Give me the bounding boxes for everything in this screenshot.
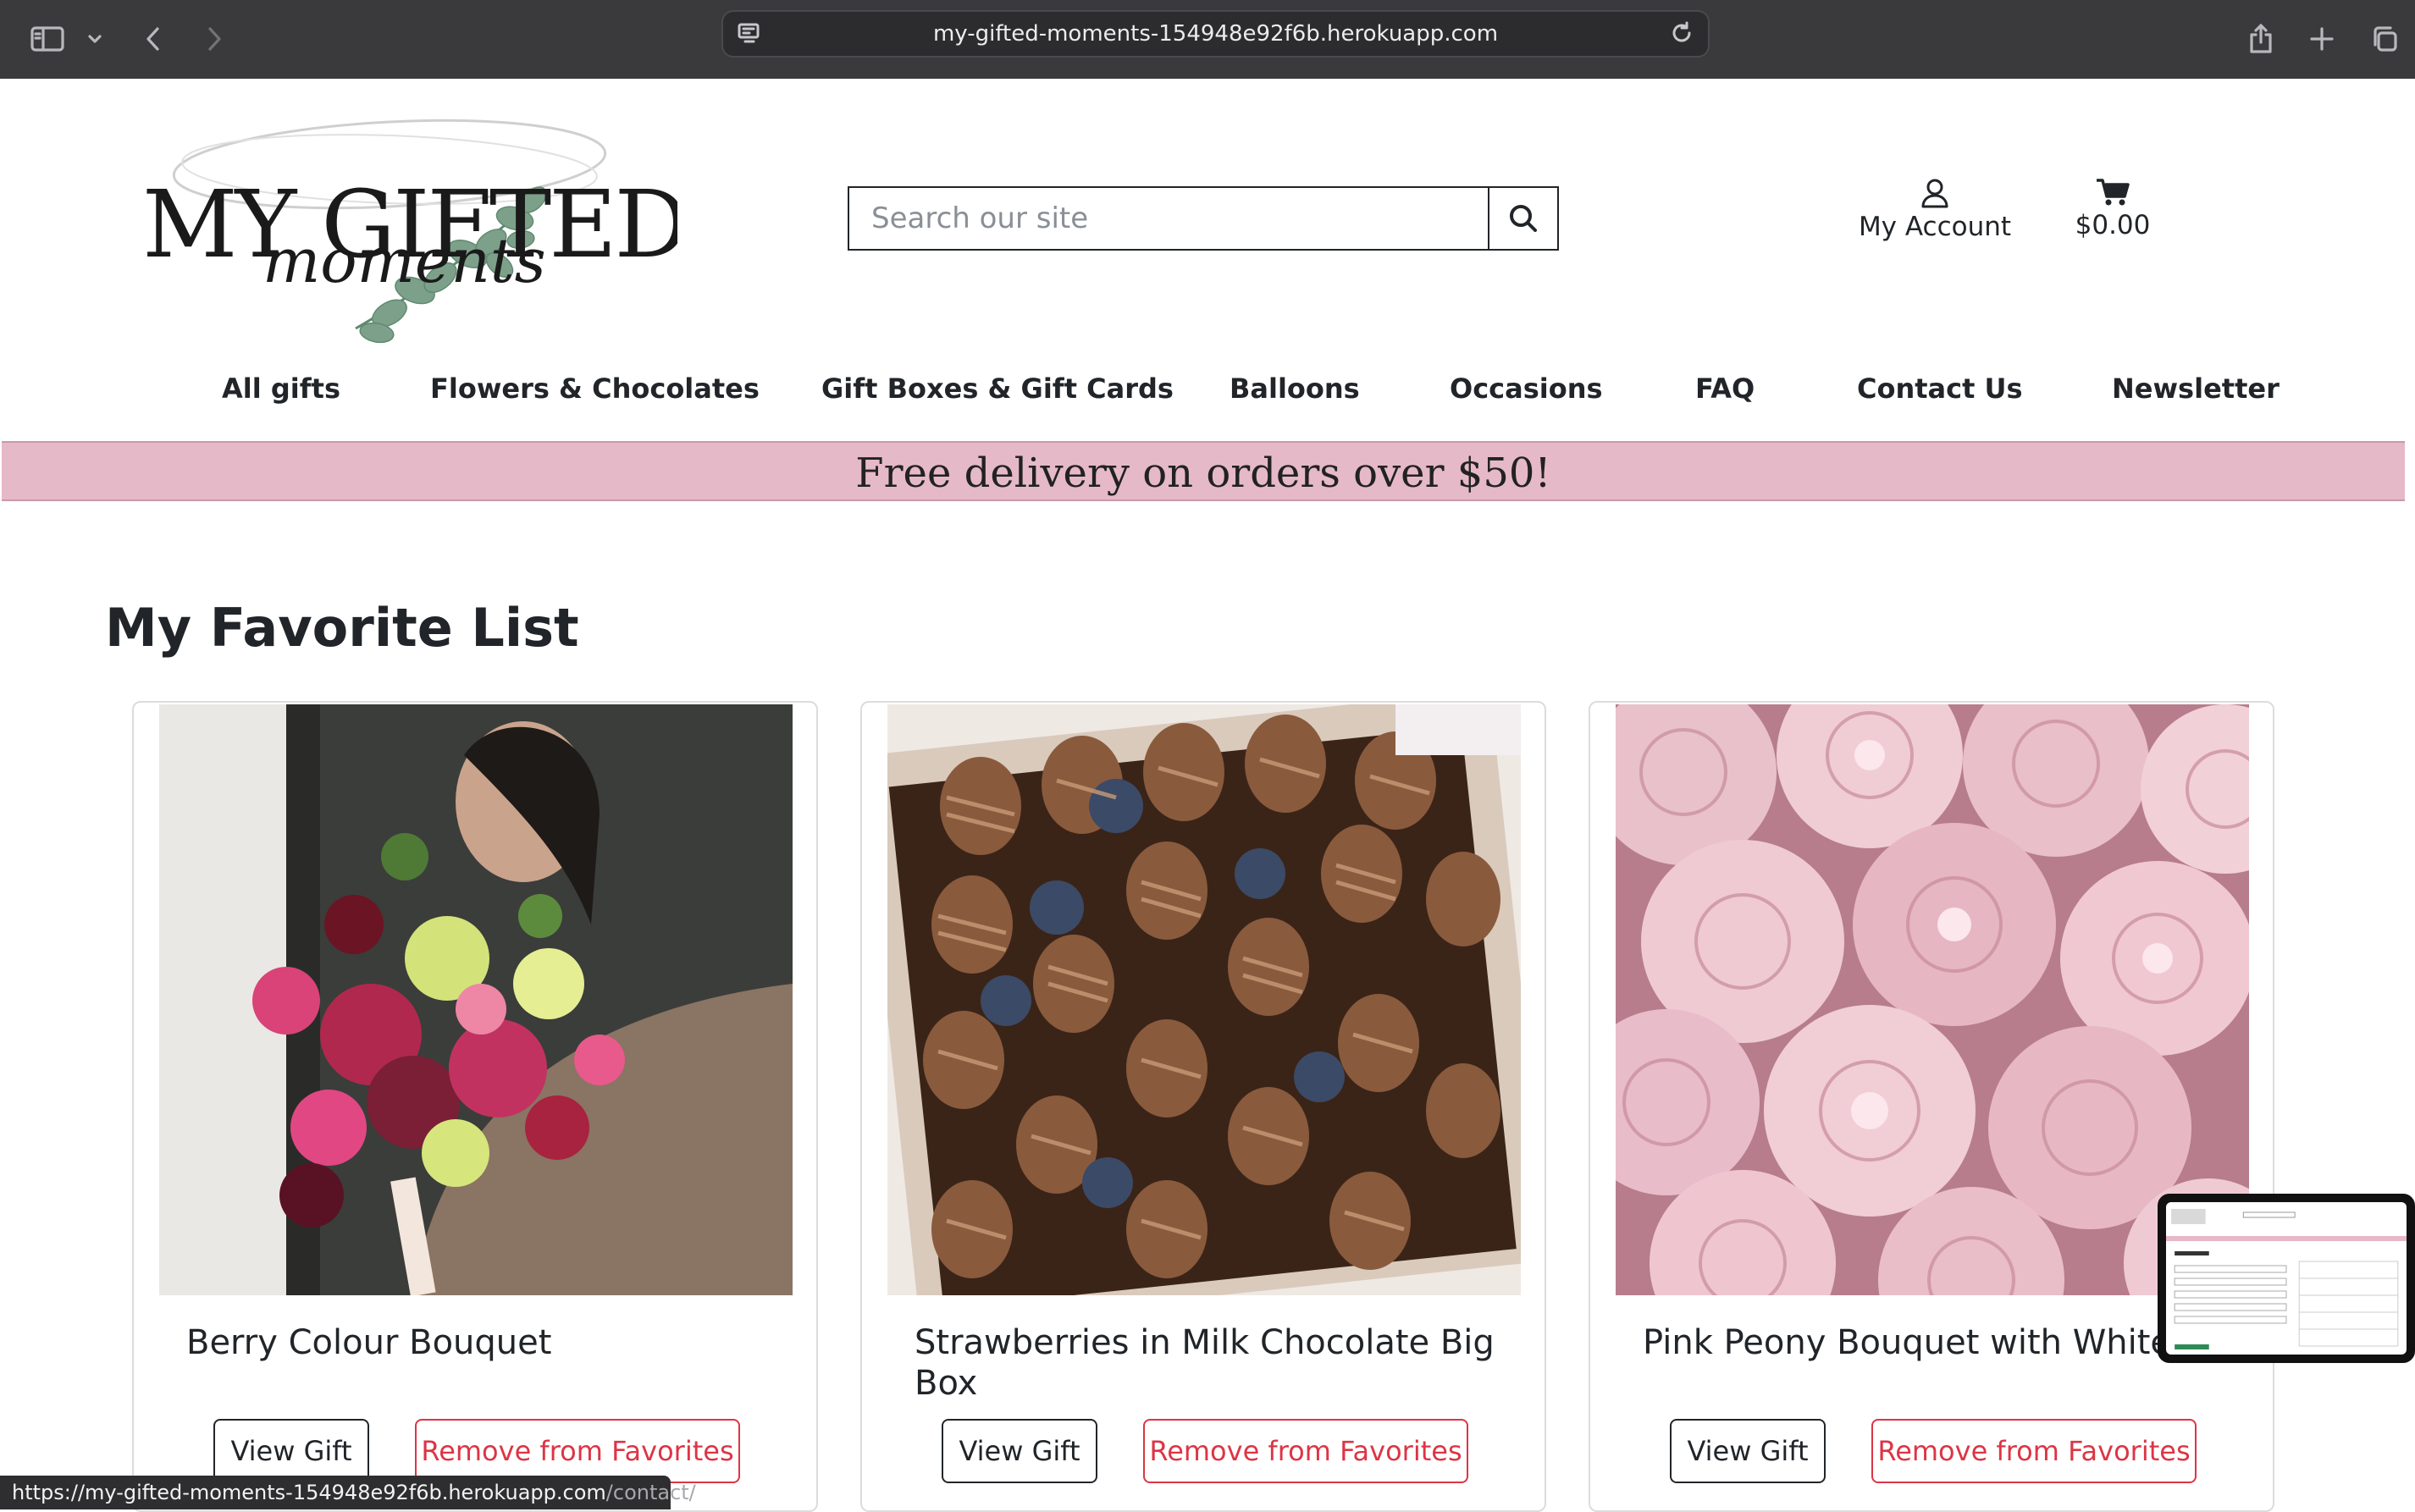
status-url-path: /contact/ <box>605 1481 696 1504</box>
view-gift-button[interactable]: View Gift <box>942 1419 1097 1483</box>
share-icon[interactable] <box>2246 15 2276 63</box>
link-status-bar: https://my-gifted-moments-154948e92f6b.h… <box>0 1476 696 1509</box>
new-tab-icon[interactable] <box>2307 15 2337 63</box>
product-name: Strawberries in Milk Chocolate Big Box <box>915 1323 1495 1403</box>
page-title: My Favorite List <box>105 597 579 659</box>
browser-toolbar: my-gifted-moments-154948e92f6b.herokuapp… <box>0 0 2415 79</box>
user-icon <box>1846 178 2024 208</box>
nav-contact-us[interactable]: Contact Us <box>1857 372 2023 405</box>
shopping-cart-icon <box>2058 178 2168 207</box>
favorite-card: Pink Peony Bouquet with White View Gift … <box>1589 701 2274 1512</box>
search-button[interactable] <box>1488 188 1557 249</box>
tab-overview-icon[interactable] <box>2368 15 2401 63</box>
search-input[interactable] <box>849 188 1488 249</box>
product-image[interactable] <box>1616 704 2249 1295</box>
view-gift-button[interactable]: View Gift <box>213 1419 369 1483</box>
remove-from-favorites-button[interactable]: Remove from Favorites <box>415 1419 740 1483</box>
forward-icon[interactable] <box>202 15 227 63</box>
screenshot-thumbnail-content <box>2166 1202 2407 1355</box>
favorite-card: Berry Colour Bouquet View Gift Remove fr… <box>132 701 818 1512</box>
logo-line2: moments <box>262 225 546 296</box>
nav-faq[interactable]: FAQ <box>1695 372 1755 405</box>
product-image[interactable] <box>887 704 1521 1295</box>
cart-link[interactable]: $0.00 <box>2058 178 2168 240</box>
address-bar[interactable]: my-gifted-moments-154948e92f6b.herokuapp… <box>721 10 1710 58</box>
promo-banner-text: Free delivery on orders over $50! <box>855 450 1551 497</box>
screenshot-thumbnail[interactable] <box>2158 1194 2415 1363</box>
search-form <box>848 186 1559 251</box>
url-text[interactable]: my-gifted-moments-154948e92f6b.herokuapp… <box>723 12 1708 56</box>
nav-occasions[interactable]: Occasions <box>1450 372 1603 405</box>
product-name: Berry Colour Bouquet <box>186 1323 552 1362</box>
nav-gift-boxes-gift-cards[interactable]: Gift Boxes & Gift Cards <box>821 372 1174 405</box>
nav-newsletter[interactable]: Newsletter <box>2112 372 2280 405</box>
my-account-label: My Account <box>1858 212 2012 242</box>
favorite-card: Strawberries in Milk Chocolate Big Box V… <box>860 701 1546 1512</box>
promo-banner: Free delivery on orders over $50! <box>2 441 2405 501</box>
nav-all-gifts[interactable]: All gifts <box>222 372 340 405</box>
nav-flowers-chocolates[interactable]: Flowers & Chocolates <box>430 372 760 405</box>
reload-icon[interactable] <box>1669 20 1694 50</box>
site-logo[interactable]: MY GIFTED moments <box>135 100 689 354</box>
view-gift-button[interactable]: View Gift <box>1670 1419 1826 1483</box>
product-image[interactable] <box>159 704 793 1295</box>
main-nav: All gifts Flowers & Chocolates Gift Boxe… <box>0 372 2415 415</box>
product-name: Pink Peony Bouquet with White <box>1643 1323 2172 1362</box>
my-account-link[interactable]: My Account <box>1846 178 2024 242</box>
nav-balloons[interactable]: Balloons <box>1230 372 1360 405</box>
sidebar-toggle-icon[interactable] <box>29 15 66 63</box>
remove-from-favorites-button[interactable]: Remove from Favorites <box>1871 1419 2197 1483</box>
back-icon[interactable] <box>141 15 166 63</box>
cart-total: $0.00 <box>2075 210 2151 240</box>
search-icon <box>1510 205 1537 232</box>
remove-from-favorites-button[interactable]: Remove from Favorites <box>1143 1419 1468 1483</box>
status-url: https://my-gifted-moments-154948e92f6b.h… <box>12 1481 606 1504</box>
chevron-down-icon[interactable] <box>85 15 105 63</box>
